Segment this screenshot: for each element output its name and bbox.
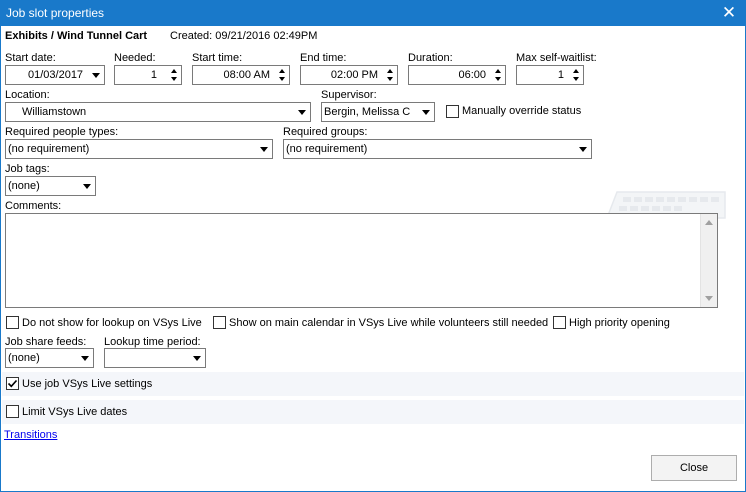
limit-dates-checkbox[interactable] bbox=[6, 405, 19, 418]
comments-textarea[interactable] bbox=[5, 213, 718, 308]
spin-down-icon[interactable] bbox=[573, 77, 579, 81]
location-select[interactable]: Williamstown bbox=[5, 102, 311, 122]
duration-value: 06:00 bbox=[458, 69, 486, 81]
start-date-label: Start date: bbox=[5, 52, 56, 64]
groups-select[interactable]: (no requirement) bbox=[283, 139, 592, 159]
end-time-label: End time: bbox=[300, 52, 347, 64]
high-priority-label: High priority opening bbox=[569, 317, 670, 329]
lookup-period-select[interactable] bbox=[104, 348, 206, 368]
no-lookup-label: Do not show for lookup on VSys Live bbox=[22, 317, 202, 329]
chevron-down-icon[interactable] bbox=[422, 110, 430, 115]
transitions-link[interactable]: Transitions bbox=[4, 429, 57, 441]
max-waitlist-stepper[interactable]: 1 bbox=[516, 65, 584, 85]
spin-up-icon[interactable] bbox=[171, 69, 177, 73]
comments-label: Comments: bbox=[5, 200, 62, 212]
needed-stepper[interactable]: 1 bbox=[114, 65, 182, 85]
job-tags-label: Job tags: bbox=[5, 163, 50, 175]
scroll-down-icon[interactable] bbox=[705, 296, 713, 301]
spin-down-icon[interactable] bbox=[279, 77, 285, 81]
spin-buttons[interactable] bbox=[491, 66, 505, 84]
lookup-period-label: Lookup time period: bbox=[104, 336, 201, 348]
scroll-up-icon[interactable] bbox=[705, 220, 713, 225]
job-tags-select[interactable]: (none) bbox=[5, 176, 96, 196]
start-time-stepper[interactable]: 08:00 AM bbox=[192, 65, 290, 85]
start-date-picker[interactable]: 01/03/2017 bbox=[5, 65, 105, 85]
spin-up-icon[interactable] bbox=[279, 69, 285, 73]
needed-label: Needed: bbox=[114, 52, 156, 64]
title-bar: Job slot properties ✕ bbox=[1, 1, 745, 26]
people-types-select[interactable]: (no requirement) bbox=[5, 139, 273, 159]
chevron-down-icon[interactable] bbox=[193, 356, 201, 361]
manual-override-checkbox[interactable] bbox=[446, 105, 459, 118]
high-priority-checkbox[interactable] bbox=[553, 316, 566, 329]
duration-stepper[interactable]: 06:00 bbox=[408, 65, 506, 85]
checkmark-icon bbox=[7, 379, 18, 388]
chevron-down-icon[interactable] bbox=[579, 147, 587, 152]
groups-label: Required groups: bbox=[283, 126, 368, 138]
share-feeds-label: Job share feeds: bbox=[5, 336, 87, 348]
supervisor-select[interactable]: Bergin, Melissa C bbox=[321, 102, 435, 122]
location-label: Location: bbox=[5, 89, 50, 101]
show-calendar-checkbox[interactable] bbox=[213, 316, 226, 329]
spin-down-icon[interactable] bbox=[495, 77, 501, 81]
close-button[interactable]: Close bbox=[651, 455, 737, 481]
spin-up-icon[interactable] bbox=[573, 69, 579, 73]
use-job-settings-checkbox[interactable] bbox=[6, 377, 19, 390]
job-tags-value: (none) bbox=[8, 180, 40, 192]
spin-buttons[interactable] bbox=[569, 66, 583, 84]
start-time-label: Start time: bbox=[192, 52, 243, 64]
spin-up-icon[interactable] bbox=[387, 69, 393, 73]
people-types-value: (no requirement) bbox=[8, 143, 90, 155]
chevron-down-icon[interactable] bbox=[83, 184, 91, 189]
chevron-down-icon[interactable] bbox=[298, 110, 306, 115]
duration-label: Duration: bbox=[408, 52, 453, 64]
chevron-down-icon[interactable] bbox=[81, 356, 89, 361]
spin-buttons[interactable] bbox=[167, 66, 181, 84]
max-waitlist-value: 1 bbox=[557, 69, 564, 81]
job-slot-properties-dialog: Job slot properties ✕ Exhibits / Wind Tu… bbox=[0, 0, 746, 492]
supervisor-label: Supervisor: bbox=[321, 89, 377, 101]
comments-scrollbar[interactable] bbox=[700, 214, 717, 307]
use-job-settings-label: Use job VSys Live settings bbox=[22, 378, 153, 390]
chevron-down-icon[interactable] bbox=[92, 73, 100, 78]
end-time-value: 02:00 PM bbox=[330, 69, 378, 81]
spin-down-icon[interactable] bbox=[387, 77, 393, 81]
created-timestamp: Created: 09/21/2016 02:49PM bbox=[170, 30, 318, 42]
supervisor-value: Bergin, Melissa C bbox=[324, 106, 411, 118]
max-waitlist-label: Max self-waitlist: bbox=[516, 52, 597, 64]
start-time-value: 08:00 AM bbox=[223, 69, 270, 81]
manual-override-label: Manually override status bbox=[462, 105, 582, 117]
needed-value: 1 bbox=[150, 69, 157, 81]
spin-buttons[interactable] bbox=[383, 66, 397, 84]
location-value: Williamstown bbox=[22, 106, 87, 118]
spin-down-icon[interactable] bbox=[171, 77, 177, 81]
share-feeds-value: (none) bbox=[8, 352, 40, 364]
share-feeds-select[interactable]: (none) bbox=[5, 348, 94, 368]
close-window-icon[interactable]: ✕ bbox=[721, 3, 737, 23]
spin-up-icon[interactable] bbox=[495, 69, 501, 73]
window-title: Job slot properties bbox=[6, 6, 105, 20]
limit-dates-label: Limit VSys Live dates bbox=[22, 406, 128, 418]
show-calendar-label: Show on main calendar in VSys Live while… bbox=[229, 317, 549, 329]
job-name: Exhibits / Wind Tunnel Cart bbox=[5, 30, 148, 42]
no-lookup-checkbox[interactable] bbox=[6, 316, 19, 329]
groups-value: (no requirement) bbox=[286, 143, 368, 155]
spin-buttons[interactable] bbox=[275, 66, 289, 84]
people-types-label: Required people types: bbox=[5, 126, 119, 138]
chevron-down-icon[interactable] bbox=[260, 147, 268, 152]
start-date-value: 01/03/2017 bbox=[28, 69, 84, 81]
end-time-stepper[interactable]: 02:00 PM bbox=[300, 65, 398, 85]
